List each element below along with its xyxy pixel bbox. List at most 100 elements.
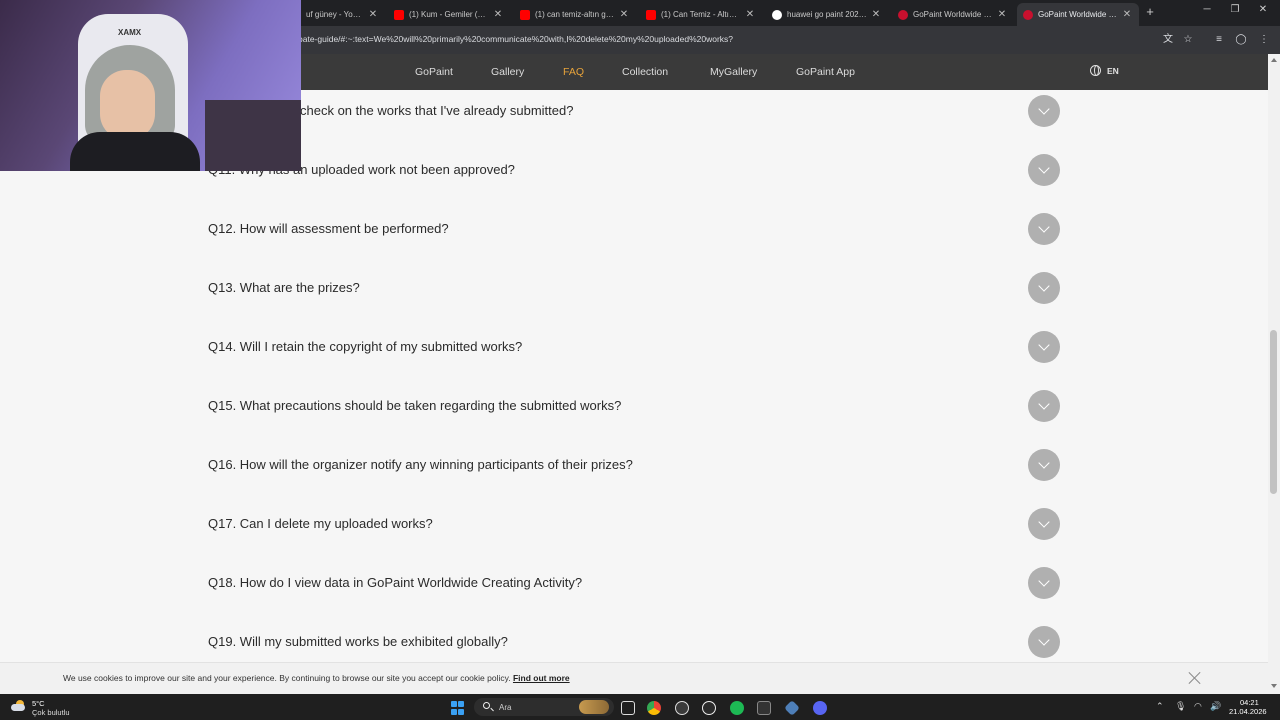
microphone-icon[interactable]: 🎙 xyxy=(1175,701,1186,712)
nav-faq[interactable]: FAQ xyxy=(563,66,584,78)
faq-item[interactable]: Q18. How do I view data in GoPaint World… xyxy=(208,563,1060,603)
faq-question: Q17. Can I delete my uploaded works? xyxy=(208,516,433,531)
faq-question: check on the works that I've already sub… xyxy=(300,103,574,118)
faq-item[interactable]: Q11. Why has an uploaded work not been a… xyxy=(208,150,1060,190)
faq-item[interactable]: Q16. How will the organizer notify any w… xyxy=(208,445,1060,485)
expand-chevron-icon[interactable] xyxy=(1028,508,1060,540)
nav-gopaint[interactable]: GoPaint xyxy=(415,66,453,78)
faq-item[interactable]: Q17. Can I delete my uploaded works? xyxy=(208,504,1060,544)
browser-tab-active[interactable]: GoPaint Worldwide Creat ✕ xyxy=(1017,3,1139,26)
search-highlight-image xyxy=(579,700,609,714)
faq-item[interactable]: Q14. Will I retain the copyright of my s… xyxy=(208,327,1060,367)
start-menu-icon[interactable] xyxy=(451,701,465,715)
expand-chevron-icon[interactable] xyxy=(1028,154,1060,186)
taskbar-search[interactable]: Ara xyxy=(474,698,614,716)
scrollbar-thumb[interactable] xyxy=(1270,330,1277,494)
faq-question: Q13. What are the prizes? xyxy=(208,280,360,295)
tab-title: huawei go paint 2026 gi xyxy=(787,10,867,19)
weather-description[interactable]: Çok bulutlu xyxy=(32,708,70,717)
spotify-icon[interactable] xyxy=(730,701,744,715)
tab-title: GoPaint Worldwide Creat xyxy=(913,10,993,19)
window-close-icon[interactable]: ✕ xyxy=(1254,4,1272,20)
chrome-icon[interactable] xyxy=(647,701,661,715)
faq-item[interactable]: Q13. What are the prizes? xyxy=(208,268,1060,308)
expand-chevron-icon[interactable] xyxy=(1028,567,1060,599)
cookie-policy-link[interactable]: Find out more xyxy=(513,673,570,683)
search-placeholder: Ara xyxy=(499,703,512,712)
terminal-icon[interactable] xyxy=(757,701,771,715)
youtube-favicon-icon xyxy=(520,9,530,20)
page-scrollbar[interactable] xyxy=(1268,54,1280,694)
google-favicon-icon xyxy=(772,9,782,20)
browser-tab[interactable]: uf güney - YouTube ✕ xyxy=(300,3,385,26)
youtube-favicon-icon xyxy=(646,9,656,20)
scroll-up-arrow-icon[interactable] xyxy=(1271,58,1277,62)
faq-question: Q18. How do I view data in GoPaint World… xyxy=(208,575,583,590)
url-field[interactable]: oate-guide/#:~:text=We%20will%20primaril… xyxy=(298,34,733,44)
browser-tab[interactable]: (1) can temiz-altın gibi a ✕ xyxy=(514,3,636,26)
tab-title: (1) Can Temiz - Altın Gibi xyxy=(661,10,741,19)
search-icon xyxy=(483,702,490,709)
tab-close-icon[interactable]: ✕ xyxy=(492,9,504,20)
globe-icon xyxy=(1090,65,1101,76)
huawei-favicon-icon xyxy=(1023,9,1033,20)
expand-chevron-icon[interactable] xyxy=(1028,390,1060,422)
tab-close-icon[interactable]: ✕ xyxy=(870,9,882,20)
faq-question: Q14. Will I retain the copyright of my s… xyxy=(208,339,523,354)
clock-date[interactable]: 21.04.2026 xyxy=(1229,707,1267,716)
browser-tab[interactable]: (1) Kum - Gemiler (Official ✕ xyxy=(388,3,510,26)
task-view-icon[interactable] xyxy=(621,701,635,715)
minimize-icon[interactable]: ─ xyxy=(1198,4,1216,20)
expand-chevron-icon[interactable] xyxy=(1028,213,1060,245)
tab-close-icon[interactable]: ✕ xyxy=(996,9,1008,20)
cookie-message: We use cookies to improve our site and y… xyxy=(63,673,570,683)
nav-mygallery[interactable]: MyGallery xyxy=(710,66,757,78)
expand-chevron-icon[interactable] xyxy=(1028,272,1060,304)
faq-item[interactable]: Q19. Will my submitted works be exhibite… xyxy=(208,622,1060,662)
profile-icon[interactable]: ◯ xyxy=(1234,33,1248,47)
weather-icon[interactable] xyxy=(11,700,27,712)
browser-tab[interactable]: (1) Can Temiz - Altın Gibi ✕ xyxy=(640,3,762,26)
faq-question: Q19. Will my submitted works be exhibite… xyxy=(208,634,508,649)
expand-chevron-icon[interactable] xyxy=(1028,626,1060,658)
faq-item[interactable]: Q15. What precautions should be taken re… xyxy=(208,386,1060,426)
app-icon[interactable] xyxy=(784,700,800,716)
bookmark-star-icon[interactable]: ☆ xyxy=(1181,33,1195,47)
translate-icon[interactable]: 文 xyxy=(1161,33,1175,47)
cookie-close-icon[interactable] xyxy=(1188,671,1202,685)
browser-tab[interactable]: huawei go paint 2026 gi ✕ xyxy=(766,3,888,26)
tab-close-icon[interactable]: ✕ xyxy=(1121,9,1133,20)
tab-close-icon[interactable]: ✕ xyxy=(618,9,630,20)
scroll-down-arrow-icon[interactable] xyxy=(1271,684,1277,688)
clock-time[interactable]: 04:21 xyxy=(1240,698,1259,707)
weather-temperature[interactable]: 5°C xyxy=(32,699,45,708)
faq-list: check on the works that I've already sub… xyxy=(0,90,1268,662)
nav-gopaint-app[interactable]: GoPaint App xyxy=(796,66,855,78)
nav-gallery[interactable]: Gallery xyxy=(491,66,524,78)
browser-menu-icon[interactable]: ⋮ xyxy=(1257,33,1271,47)
streamer-body xyxy=(70,132,200,171)
nav-collection[interactable]: Collection xyxy=(622,66,668,78)
new-tab-icon[interactable]: + xyxy=(1143,4,1157,22)
app-icon[interactable] xyxy=(702,701,716,715)
tray-overflow-icon[interactable]: ⌃ xyxy=(1156,701,1164,712)
windows-taskbar: 5°C Çok bulutlu Ara ⌃ 🎙 ◠ 🔊 04:21 21.04.… xyxy=(0,694,1280,720)
language-label: EN xyxy=(1107,65,1119,76)
tab-close-icon[interactable]: ✕ xyxy=(744,9,756,20)
expand-chevron-icon[interactable] xyxy=(1028,95,1060,127)
extensions-icon[interactable]: ≡ xyxy=(1212,33,1226,47)
expand-chevron-icon[interactable] xyxy=(1028,449,1060,481)
faq-item[interactable]: check on the works that I've already sub… xyxy=(208,91,1060,131)
webcam-overlay: XAMX xyxy=(0,0,301,171)
discord-icon[interactable] xyxy=(813,701,827,715)
cookie-banner: We use cookies to improve our site and y… xyxy=(0,662,1268,694)
expand-chevron-icon[interactable] xyxy=(1028,331,1060,363)
tab-close-icon[interactable]: ✕ xyxy=(367,9,379,20)
restore-icon[interactable]: ❐ xyxy=(1226,4,1244,20)
volume-icon[interactable]: 🔊 xyxy=(1210,701,1221,712)
obs-icon[interactable] xyxy=(675,701,689,715)
browser-tab[interactable]: GoPaint Worldwide Creat ✕ xyxy=(892,3,1014,26)
wifi-icon[interactable]: ◠ xyxy=(1194,701,1202,712)
faq-item[interactable]: Q12. How will assessment be performed? xyxy=(208,209,1060,249)
language-selector[interactable]: EN xyxy=(1090,65,1119,76)
